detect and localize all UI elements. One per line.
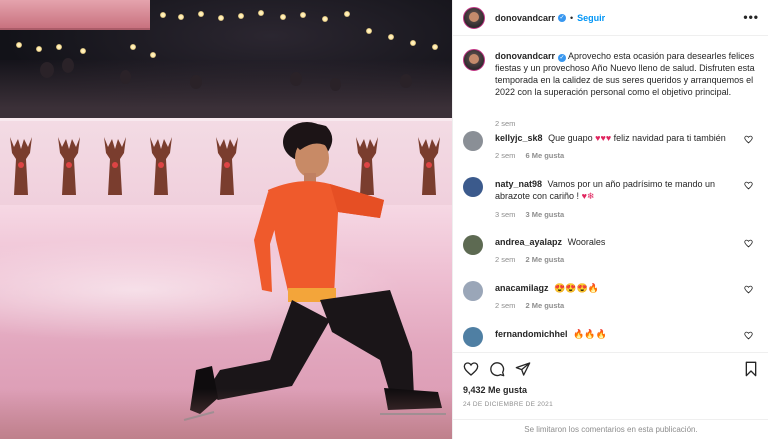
skater-figure (183, 122, 446, 421)
comment-username[interactable]: fernandomichhel (495, 329, 568, 339)
caption-time[interactable]: 2 sem (495, 119, 515, 128)
heart-snowflake-emoji: ♥❄ (581, 191, 595, 201)
comment-likes[interactable]: 2 Me gusta (525, 255, 564, 264)
heart-emoji: ♥♥♥ (595, 133, 612, 143)
comment-text: kellyjc_sk8 Que guapo ♥♥♥ feliz navidad … (495, 133, 726, 143)
comment-likes[interactable]: 3 Me gusta (525, 210, 564, 219)
fire-emoji: 🔥🔥🔥 (573, 329, 607, 339)
post-date[interactable]: 24 DE DICIEMBRE DE 2021 (463, 401, 553, 408)
commenter-avatar[interactable] (463, 177, 483, 197)
author-username[interactable]: donovandcarr (495, 13, 555, 23)
likes-count[interactable]: 9,432 Me gusta (463, 385, 527, 395)
follow-button[interactable]: Seguir (577, 13, 605, 23)
commenter-avatar[interactable] (463, 327, 483, 347)
comment-icon[interactable] (489, 361, 505, 377)
comment-username[interactable]: naty_nat98 (495, 179, 542, 189)
caption-text: donovandcarr ✓ Aprovecho esta ocasión par… (495, 50, 757, 98)
comments-disabled-notice: Se limitaron los comentarios en esta pub… (453, 419, 768, 439)
like-comment-heart-icon[interactable] (744, 181, 753, 190)
bookmark-icon[interactable] (743, 361, 759, 377)
comment-text: naty_nat98 Vamos por un año padrísimo te… (495, 179, 715, 201)
like-comment-heart-icon[interactable] (744, 135, 753, 144)
like-comment-heart-icon[interactable] (744, 331, 753, 340)
commenter-avatar[interactable] (463, 131, 483, 151)
comment-likes[interactable]: 6 Me gusta (525, 151, 564, 160)
comment-username[interactable]: andrea_ayalapz (495, 237, 562, 247)
post-header: donovandcarr ✓ • Seguir ••• (453, 0, 768, 36)
comment-text: andrea_ayalapz Woorales (495, 237, 606, 247)
comment-text: anacamilagz 😍😍😍🔥 (495, 282, 727, 294)
comment-text: fernandomichhel 🔥🔥🔥 (495, 328, 727, 340)
verified-badge-icon: ✓ (558, 54, 567, 62)
post-side-panel: donovandcarr ✓ • Seguir ••• donovandcarr… (452, 0, 768, 439)
header-separator: • (570, 12, 574, 23)
post-actions-bar (453, 352, 768, 380)
comment-username[interactable]: anacamilagz (495, 283, 549, 293)
like-comment-heart-icon[interactable] (744, 239, 753, 248)
verified-badge-icon: ✓ (558, 13, 567, 22)
commenter-avatar[interactable] (463, 281, 483, 301)
like-comment-heart-icon[interactable] (744, 285, 753, 294)
comment-likes[interactable]: 2 Me gusta (525, 301, 564, 310)
commenter-avatar[interactable] (463, 235, 483, 255)
caption-username[interactable]: donovandcarr (495, 51, 555, 61)
comment-meta: 2 sem 6 Me gusta (495, 151, 565, 160)
heart-eyes-fire-emoji: 😍😍😍🔥 (554, 283, 599, 293)
more-options-icon[interactable]: ••• (743, 10, 759, 24)
foreground-blur (0, 389, 452, 439)
caption-author-avatar[interactable] (463, 49, 485, 71)
send-icon[interactable] (515, 361, 531, 377)
comment-username[interactable]: kellyjc_sk8 (495, 133, 543, 143)
comment-meta: 3 sem 3 Me gusta (495, 210, 565, 219)
comment-meta: 2 sem 2 Me gusta (495, 301, 565, 310)
comment-meta: 2 sem 2 Me gusta (495, 255, 565, 264)
author-avatar[interactable] (463, 6, 485, 29)
heart-icon[interactable] (463, 361, 479, 377)
post-photo[interactable] (0, 0, 452, 439)
comments-list[interactable]: donovandcarr ✓ Aprovecho esta ocasión par… (453, 37, 768, 347)
